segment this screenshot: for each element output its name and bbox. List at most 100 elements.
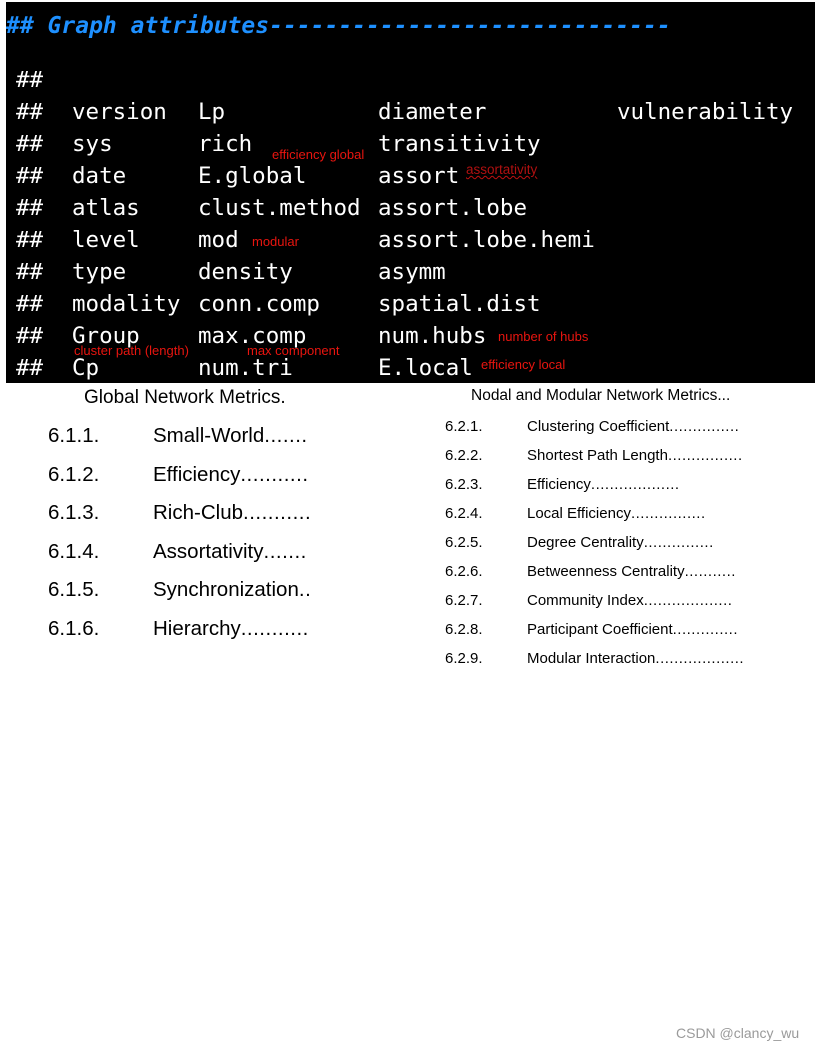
csdn-watermark: CSDN @clancy_wu bbox=[676, 1025, 800, 1041]
toc-entry-leader-dots: .............. bbox=[672, 621, 738, 638]
console-prompt-hash: ## bbox=[16, 67, 44, 93]
toc-entry-leader-dots: ............... bbox=[643, 534, 714, 551]
annotation-number-of-hubs: number of hubs bbox=[498, 329, 589, 344]
console-attr-asymm: asymm bbox=[378, 259, 446, 285]
toc-entry-number: 6.2.1. bbox=[445, 418, 483, 435]
console-attr-transitivity: transitivity bbox=[378, 131, 541, 157]
console-attr-num-hubs: num.hubs bbox=[378, 323, 487, 349]
toc-entry-label: Synchronization bbox=[153, 578, 299, 601]
toc-entry[interactable]: 6.1.5. Synchronization.. bbox=[48, 571, 428, 610]
annotation-efficiency-global: efficiency global bbox=[272, 147, 365, 162]
toc-entry-label: Clustering Coefficient bbox=[527, 418, 670, 435]
annotation-assortativity: assortativity bbox=[466, 162, 538, 177]
toc-entry-number: 6.2.5. bbox=[445, 534, 483, 551]
toc-entry[interactable]: 6.2.6. Betweenness Centrality ........... bbox=[445, 557, 821, 586]
r-console-output-panel: ## Graph attributes---------------------… bbox=[6, 2, 815, 383]
toc-entry-leader-dots: ........... bbox=[240, 462, 309, 486]
toc-entry[interactable]: 6.1.4. Assortativity ....... bbox=[48, 533, 428, 572]
toc-entry-leader-dots: .. bbox=[298, 578, 312, 601]
toc-entry[interactable]: 6.2.1. Clustering Coefficient............… bbox=[445, 412, 821, 441]
toc-entry-label: Degree Centrality bbox=[527, 534, 644, 551]
toc-entry[interactable]: 6.1.3. Rich-Club........... bbox=[48, 494, 428, 533]
toc-entry[interactable]: 6.2.8. Participant Coefficient ..........… bbox=[445, 615, 821, 644]
toc-entry-label: Modular Interaction bbox=[527, 650, 656, 667]
toc-entry-number: 6.1.2. bbox=[48, 462, 100, 486]
console-prompt-hash: ## bbox=[16, 259, 44, 285]
toc-entry-number: 6.2.3. bbox=[445, 476, 483, 493]
console-prompt-hash: ## bbox=[16, 355, 44, 381]
annotation-efficiency-local: efficiency local bbox=[481, 357, 566, 372]
console-prompt-hash: ## bbox=[16, 323, 44, 349]
console-attr-conn-comp: conn.comp bbox=[198, 291, 320, 317]
toc-entry-leader-dots: ........... bbox=[240, 616, 309, 640]
toc-entry[interactable]: 6.1.1. Small-World ....... bbox=[48, 417, 428, 456]
console-attr-atlas: atlas bbox=[72, 195, 140, 221]
toc-entry-leader-dots: ................... bbox=[655, 650, 745, 667]
toc-right-heading: Nodal and Modular Network Metrics... bbox=[471, 387, 731, 404]
toc-entry-leader-dots: ................... bbox=[590, 476, 680, 493]
console-prompt-hash: ## bbox=[16, 227, 44, 253]
toc-entry[interactable]: 6.2.4. Local Efficiency ................ bbox=[445, 499, 821, 528]
toc-entry[interactable]: 6.2.3. Efficiency ................... bbox=[445, 470, 821, 499]
toc-entry-number: 6.2.8. bbox=[445, 621, 483, 638]
console-prompt-hash: ## bbox=[16, 163, 44, 189]
toc-entry[interactable]: 6.2.5. Degree Centrality ............... bbox=[445, 528, 821, 557]
annotation-modular: modular bbox=[252, 234, 299, 249]
console-attr-rich: rich bbox=[198, 131, 253, 157]
console-attr-type: type bbox=[72, 259, 127, 285]
toc-left-rows: 6.1.1. Small-World ....... 6.1.2. Efficienc… bbox=[48, 417, 428, 648]
toc-entry-number: 6.2.9. bbox=[445, 650, 483, 667]
toc-entry-leader-dots: ................... bbox=[643, 592, 733, 609]
console-attr-mod: mod bbox=[198, 227, 239, 253]
console-prompt-hash: ## bbox=[16, 291, 44, 317]
toc-entry-label: Participant Coefficient bbox=[527, 621, 673, 638]
console-attr-e-global: E.global bbox=[198, 163, 307, 189]
toc-entry[interactable]: 6.2.9. Modular Interaction...............… bbox=[445, 644, 821, 673]
console-attr-spatial-dist: spatial.dist bbox=[378, 291, 541, 317]
console-attr-date: date bbox=[72, 163, 127, 189]
annotation-cluster-path-length-: cluster path (length) bbox=[74, 343, 189, 358]
toc-entry[interactable]: 6.1.2. Efficiency ........... bbox=[48, 456, 428, 495]
toc-entry-leader-dots: ........... bbox=[243, 501, 312, 524]
toc-entry-leader-dots: ....... bbox=[263, 539, 307, 563]
toc-entry[interactable]: 6.1.6. Hierarchy........... bbox=[48, 610, 428, 649]
annotation-max-component: max component bbox=[247, 343, 340, 358]
console-attr-assort: assort bbox=[378, 163, 460, 189]
console-attr-assort-lobe-hemi: assort.lobe.hemi bbox=[378, 227, 595, 253]
table-of-contents-area: Global Network Metrics. 6.1.1. Small-Worl… bbox=[0, 385, 821, 1041]
console-attr-assort-lobe: assort.lobe bbox=[378, 195, 528, 221]
toc-entry-label: Shortest Path Length bbox=[527, 447, 668, 464]
console-header-line: ## Graph attributes---------------------… bbox=[6, 13, 671, 39]
toc-entry-leader-dots: ........... bbox=[684, 563, 736, 580]
toc-entry-leader-dots: ............... bbox=[669, 418, 740, 435]
console-prompt-hash: ## bbox=[16, 195, 44, 221]
toc-entry-label: Efficiency bbox=[527, 476, 591, 493]
console-attr-level: level bbox=[72, 227, 140, 253]
toc-entry-label: Small-World bbox=[153, 424, 265, 447]
console-attr-density: density bbox=[198, 259, 293, 285]
toc-column-global: Global Network Metrics. 6.1.1. Small-Worl… bbox=[48, 385, 428, 648]
toc-left-heading: Global Network Metrics. bbox=[84, 387, 286, 408]
console-attr-vulnerability: vulnerability bbox=[617, 99, 794, 125]
console-attr-version: version bbox=[72, 99, 167, 125]
toc-entry-label: Rich-Club bbox=[153, 501, 243, 524]
console-prompt-hash: ## bbox=[16, 131, 44, 157]
toc-entry-label: Efficiency bbox=[153, 462, 241, 486]
toc-entry[interactable]: 6.2.2. Shortest Path Length..............… bbox=[445, 441, 821, 470]
console-attr-modality: modality bbox=[72, 291, 181, 317]
console-attr-lp: Lp bbox=[198, 99, 226, 125]
toc-entry-number: 6.1.6. bbox=[48, 616, 100, 640]
toc-entry[interactable]: 6.2.7. Community Index................... bbox=[445, 586, 821, 615]
toc-column-nodal-modular: Nodal and Modular Network Metrics... 6.2… bbox=[445, 385, 821, 673]
toc-entry-label: Betweenness Centrality bbox=[527, 563, 685, 580]
console-attr-diameter: diameter bbox=[378, 99, 487, 125]
toc-entry-number: 6.2.7. bbox=[445, 592, 483, 609]
toc-entry-label: Community Index bbox=[527, 592, 644, 609]
toc-entry-number: 6.1.1. bbox=[48, 424, 100, 447]
toc-entry-number: 6.1.3. bbox=[48, 501, 100, 524]
console-attr-clust-method: clust.method bbox=[198, 195, 361, 221]
console-attr-e-local: E.local bbox=[378, 355, 473, 381]
toc-entry-number: 6.1.4. bbox=[48, 539, 100, 563]
console-attr-sys: sys bbox=[72, 131, 113, 157]
toc-entry-number: 6.2.2. bbox=[445, 447, 483, 464]
